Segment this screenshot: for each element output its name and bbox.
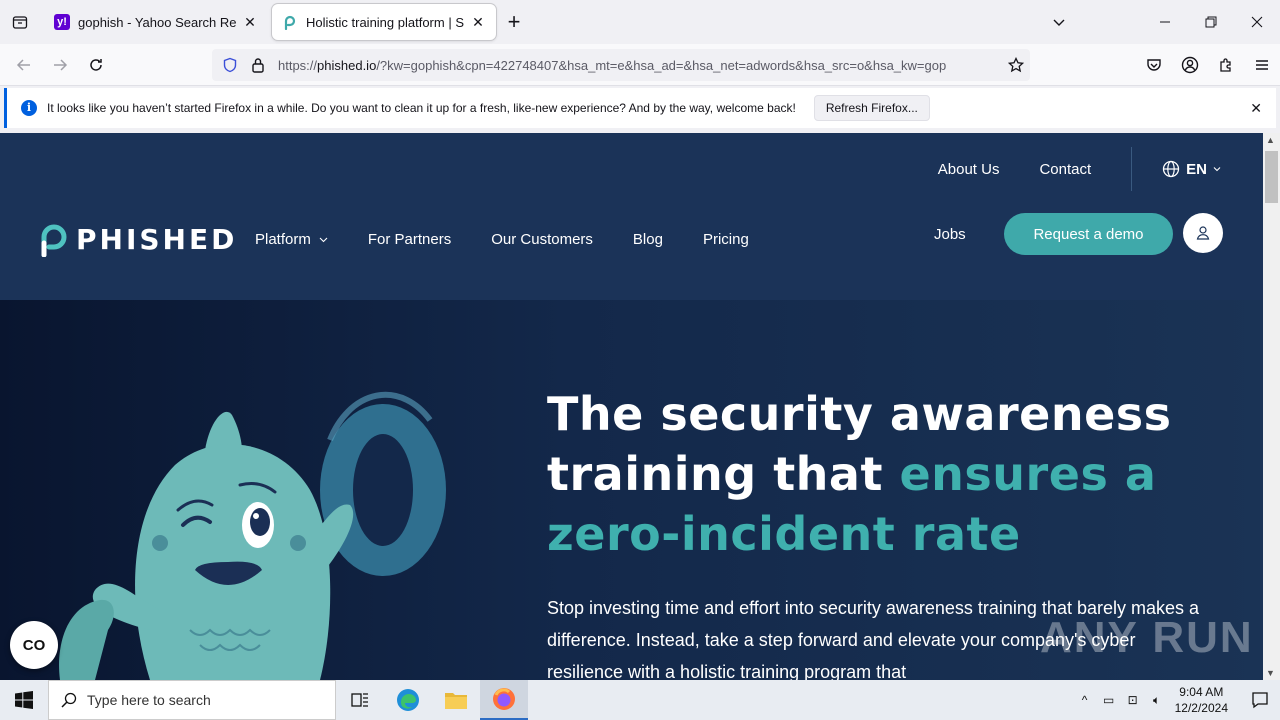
- scroll-up-icon[interactable]: ▲: [1266, 135, 1275, 145]
- windows-logo-icon: [15, 691, 33, 709]
- taskbar-search-box[interactable]: Type here to search: [48, 680, 336, 720]
- minimize-window-button[interactable]: [1142, 0, 1188, 44]
- phished-icon: [282, 14, 298, 30]
- back-arrow-icon[interactable]: [10, 51, 38, 79]
- notification-message: It looks like you haven’t started Firefo…: [47, 101, 796, 115]
- contact-link[interactable]: Contact: [1039, 161, 1091, 178]
- file-explorer-icon[interactable]: [432, 680, 480, 720]
- hero-headline: The security awareness training that ens…: [547, 384, 1187, 564]
- close-icon[interactable]: ✕: [1250, 100, 1262, 117]
- tab-strip: y! gophish - Yahoo Search Results ✕ Holi…: [0, 0, 1280, 44]
- new-tab-button[interactable]: +: [502, 10, 526, 34]
- headline-line-1: The security awareness: [547, 387, 1172, 441]
- windows-taskbar: Type here to search ^ ▭ ⊡ 🔈︎ 9:04 AM 12/…: [0, 680, 1280, 720]
- nav-blog[interactable]: Blog: [633, 231, 663, 248]
- tab-yahoo-search[interactable]: y! gophish - Yahoo Search Results ✕: [44, 4, 268, 40]
- edge-browser-icon[interactable]: [384, 680, 432, 720]
- device-icon[interactable]: ▭: [1097, 693, 1121, 707]
- shield-icon[interactable]: [220, 55, 240, 75]
- tab-title: Holistic training platform | Secu: [306, 14, 464, 30]
- chevron-down-icon: [1213, 167, 1221, 172]
- nav-our-customers[interactable]: Our Customers: [491, 231, 593, 248]
- headline-line-2: training that ensures a: [547, 447, 1157, 501]
- divider: [1131, 147, 1133, 191]
- globe-icon: [1163, 160, 1180, 178]
- nav-for-partners[interactable]: For Partners: [368, 231, 451, 248]
- info-icon: i: [21, 100, 37, 116]
- chevron-down-icon[interactable]: [1036, 0, 1082, 44]
- scrollbar-thumb[interactable]: [1265, 151, 1278, 203]
- pocket-icon[interactable]: [1136, 51, 1172, 79]
- volume-icon[interactable]: 🔈︎: [1145, 693, 1169, 708]
- search-placeholder: Type here to search: [87, 692, 211, 708]
- language-selector[interactable]: EN: [1162, 160, 1221, 178]
- nav-platform[interactable]: Platform: [255, 231, 328, 248]
- windows-start-button[interactable]: [0, 680, 48, 720]
- system-clock[interactable]: 9:04 AM 12/2/2024: [1175, 684, 1228, 716]
- refresh-firefox-button[interactable]: Refresh Firefox...: [813, 95, 930, 121]
- navigation-toolbar: https://phished.io/?kw=gophish&cpn=42274…: [0, 44, 1280, 86]
- user-login-button[interactable]: [1183, 213, 1223, 253]
- account-icon[interactable]: [1172, 51, 1208, 79]
- lock-icon[interactable]: [248, 55, 268, 75]
- language-label: EN: [1186, 160, 1207, 178]
- restore-window-button[interactable]: [1188, 0, 1234, 44]
- cookie-settings-button[interactable]: CO: [10, 621, 58, 669]
- main-nav: Platform For Partners Our Customers Blog…: [255, 231, 789, 248]
- phished-logo[interactable]: PHISHED: [38, 221, 237, 257]
- jobs-link[interactable]: Jobs: [934, 226, 966, 243]
- chevron-up-icon[interactable]: ^: [1073, 693, 1097, 707]
- forward-arrow-icon[interactable]: [46, 51, 74, 79]
- tab-list-icon[interactable]: [8, 10, 32, 34]
- extensions-icon[interactable]: [1208, 51, 1244, 79]
- headline-line-3: zero-incident rate: [547, 507, 1021, 561]
- site-header: About Us Contact EN PHISHED Platform For…: [0, 133, 1263, 300]
- close-tab-icon[interactable]: ✕: [242, 14, 258, 30]
- yahoo-icon: y!: [54, 14, 70, 30]
- close-window-button[interactable]: [1234, 0, 1280, 44]
- clock-time: 9:04 AM: [1179, 685, 1224, 699]
- search-icon: [61, 692, 77, 708]
- fish-mascot-illustration: [59, 391, 446, 680]
- user-icon: [1196, 226, 1210, 240]
- phished-logo-mark-icon: [41, 224, 67, 257]
- address-bar[interactable]: https://phished.io/?kw=gophish&cpn=42274…: [212, 49, 1030, 81]
- firefox-refresh-notification: i It looks like you haven’t started Fire…: [4, 88, 1276, 128]
- about-us-link[interactable]: About Us: [938, 161, 1000, 178]
- nav-platform-label: Platform: [255, 231, 311, 248]
- firefox-taskbar-icon[interactable]: [480, 680, 528, 720]
- clock-date: 12/2/2024: [1174, 701, 1228, 715]
- request-demo-button[interactable]: Request a demo: [1004, 213, 1173, 255]
- url-text[interactable]: https://phished.io/?kw=gophish&cpn=42274…: [276, 58, 1002, 73]
- page-scrollbar[interactable]: ▲ ▼: [1263, 133, 1280, 680]
- menu-icon[interactable]: [1244, 51, 1280, 79]
- chevron-down-icon: [319, 237, 328, 243]
- logo-text: PHISHED: [76, 222, 238, 256]
- web-page: About Us Contact EN PHISHED Platform For…: [0, 133, 1263, 680]
- reload-icon[interactable]: [82, 51, 110, 79]
- task-view-icon[interactable]: [336, 680, 384, 720]
- tab-title: gophish - Yahoo Search Results: [78, 14, 236, 30]
- network-icon[interactable]: ⊡: [1121, 693, 1145, 707]
- bookmark-star-icon[interactable]: [1002, 51, 1030, 79]
- tab-phished[interactable]: Holistic training platform | Secu ✕: [272, 4, 496, 40]
- close-tab-icon[interactable]: ✕: [470, 14, 486, 30]
- scroll-down-icon[interactable]: ▼: [1266, 668, 1275, 678]
- anyrun-watermark: ANY RUN: [1040, 613, 1254, 662]
- notification-center-icon[interactable]: [1240, 680, 1280, 720]
- nav-pricing[interactable]: Pricing: [703, 231, 749, 248]
